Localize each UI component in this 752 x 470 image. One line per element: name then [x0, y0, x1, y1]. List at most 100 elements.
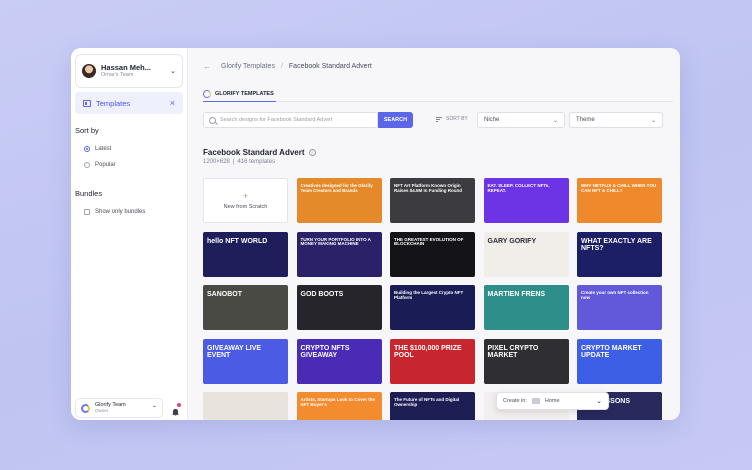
template-card[interactable]: CRYPTO NFTS GIVEAWAY [296, 338, 382, 384]
template-card[interactable]: EAT. SLEEP. COLLECT NFTs. REPEAT. [483, 178, 569, 223]
user-name: Hassan Meh... [101, 63, 152, 72]
breadcrumb: ← Glorify Templates / Facebook Standard … [203, 62, 372, 71]
template-card[interactable]: PIXEL CRYPTO MARKET [483, 338, 569, 384]
page-title-text: Facebook Standard Advert [203, 148, 305, 157]
template-meta: 1200×628 | 416 templates [203, 159, 275, 165]
template-card[interactable]: GOD BOOTS [296, 285, 382, 330]
main-content: ← Glorify Templates / Facebook Standard … [188, 48, 680, 420]
folder-icon [531, 398, 540, 404]
template-card-text: GOD BOOTS [300, 291, 344, 298]
app-window: Hassan Meh... Omar's Team ⌄ Templates × … [71, 48, 680, 420]
tab-glorify-templates[interactable]: GLORIFY TEMPLATES [203, 86, 276, 102]
template-card[interactable]: NFT Art Platform Known Origin Raises $4.… [390, 178, 475, 223]
meta-separator: | [232, 159, 235, 165]
template-card-text: NFT Art Platform Known Origin Raises $4.… [394, 183, 463, 193]
sort-option-label: Popular [95, 162, 116, 168]
chevron-up-icon: ⌃ [151, 405, 157, 412]
template-card-text: EAT. SLEEP. COLLECT NFTs. REPEAT. [487, 183, 550, 193]
template-card[interactable]: MARTIEN FRENS [483, 285, 569, 330]
page-title: Facebook Standard Advert i [203, 148, 316, 157]
template-card[interactable]: Artists, Startups Look to Cover the NFT … [296, 392, 382, 420]
template-card[interactable]: TURN YOUR PORTFOLIO INTO A MONEY MAKING … [296, 231, 382, 277]
template-card-text: Building the Largest Crypto NFT Platform [394, 290, 464, 300]
template-card[interactable]: Create your own NFT collection now [577, 285, 662, 330]
template-size: 1200×628 [203, 159, 230, 165]
sort-option-popular[interactable]: Popular [84, 162, 116, 168]
template-card[interactable] [203, 392, 288, 420]
sort-icon [436, 116, 442, 122]
template-card[interactable]: THE GREATEST EVOLUTION OF BLOCKCHAIN [390, 231, 475, 277]
glorify-logo-icon [203, 89, 211, 98]
template-card-text: hello NFT WORLD [207, 237, 268, 245]
tab-bar: GLORIFY TEMPLATES [203, 86, 673, 102]
template-card-text: PIXEL CRYPTO MARKET [487, 344, 539, 359]
sort-by-text: SORT BY [446, 116, 468, 122]
template-card-text: CRYPTO NFTS GIVEAWAY [300, 344, 350, 359]
new-from-scratch-card[interactable]: + New from Scratch [203, 178, 288, 223]
bundles-title: Bundles [75, 189, 103, 198]
sort-option-latest[interactable]: Latest [84, 146, 111, 152]
breadcrumb-parent[interactable]: Glorify Templates [221, 63, 275, 70]
radio-checked [84, 146, 90, 152]
team-role: Owner [95, 407, 109, 413]
search-button[interactable]: SEARCH [378, 112, 413, 128]
notification-bell-icon[interactable] [171, 403, 181, 417]
template-card[interactable]: Building the Largest Crypto NFT Platform [390, 285, 475, 330]
template-card[interactable]: CRYPTO MARKET UPDATE [577, 338, 662, 384]
info-icon[interactable]: i [308, 149, 316, 156]
niche-value: Niche [484, 117, 500, 123]
template-card[interactable]: THE $100,000 PRIZE POOL [390, 338, 475, 384]
template-card-text: The Future of NFTs and Digital Ownership [394, 397, 460, 407]
sort-by-title: Sort by [75, 126, 99, 135]
template-card-text: WHY NETFLIX & CHILL WHEN YOU CAN NFT & C… [581, 183, 657, 193]
chevron-down-icon: ⌄ [552, 117, 558, 124]
chevron-down-icon: ⌄ [170, 68, 176, 75]
create-in-label: Create in: [503, 398, 527, 404]
chevron-down-icon: ⌄ [650, 117, 656, 124]
theme-value: Theme [576, 117, 595, 123]
search-input[interactable] [220, 117, 372, 123]
template-card-text: Artists, Startups Look to Cover the NFT … [300, 397, 376, 407]
template-card[interactable]: GIVEAWAY LIVE EVENT [203, 338, 288, 384]
glorify-logo-icon [81, 403, 90, 413]
sort-option-label: Latest [95, 146, 112, 152]
template-card-text: GIVEAWAY LIVE EVENT [207, 344, 262, 359]
team-switcher[interactable]: Glorify Team Owner ⌃ [75, 398, 163, 418]
template-count: 416 templates [237, 159, 276, 165]
template-card-text: MARTIEN FRENS [487, 291, 546, 298]
template-card[interactable]: Creatives designed for the Glorify Team … [296, 178, 382, 223]
new-from-scratch-label: New from Scratch [223, 204, 268, 210]
radio-unchecked [84, 162, 90, 168]
sort-by-label: SORT BY [436, 116, 468, 122]
notification-dot [177, 403, 181, 407]
niche-select[interactable]: Niche ⌄ [477, 112, 565, 128]
checkbox-label: Show only bundles [95, 209, 146, 215]
create-in-value: Home [544, 398, 560, 404]
template-card-text: SANOBOT [207, 291, 242, 298]
template-card[interactable]: WHY NETFLIX & CHILL WHEN YOU CAN NFT & C… [577, 178, 662, 223]
template-card[interactable]: WHAT EXACTLY ARE NFTS? [577, 231, 662, 277]
sidebar-item-label: Templates [96, 98, 131, 108]
template-card[interactable]: SANOBOT [203, 285, 288, 330]
template-card-text: CRYPTO MARKET UPDATE [581, 344, 642, 359]
team-info: Glorify Team Owner [95, 402, 147, 413]
breadcrumb-current: Facebook Standard Advert [288, 63, 372, 70]
sidebar-item-templates[interactable]: Templates × [75, 92, 183, 114]
template-card-text: WHAT EXACTLY ARE NFTS? [581, 237, 652, 252]
template-grid: + New from Scratch Creatives designed fo… [203, 178, 665, 420]
template-card-text: Create your own NFT collection now [581, 290, 649, 300]
template-card[interactable]: hello NFT WORLD [203, 231, 288, 277]
close-icon[interactable]: × [170, 98, 175, 108]
theme-select[interactable]: Theme ⌄ [569, 112, 663, 128]
back-arrow-icon[interactable]: ← [203, 62, 211, 71]
checkbox [84, 209, 90, 215]
sidebar: Hassan Meh... Omar's Team ⌄ Templates × … [71, 48, 188, 420]
show-bundles-checkbox[interactable]: Show only bundles [84, 209, 145, 215]
template-card[interactable]: The Future of NFTs and Digital Ownership [390, 392, 475, 420]
tab-label: GLORIFY TEMPLATES [215, 90, 274, 97]
search-box [203, 112, 378, 128]
user-switcher[interactable]: Hassan Meh... Omar's Team ⌄ [75, 54, 183, 88]
template-card[interactable]: GARY GORIFY [483, 231, 569, 277]
create-in-selector[interactable]: Create in: Home ⌄ [496, 392, 609, 410]
template-card-text: TURN YOUR PORTFOLIO INTO A MONEY MAKING … [300, 236, 371, 247]
